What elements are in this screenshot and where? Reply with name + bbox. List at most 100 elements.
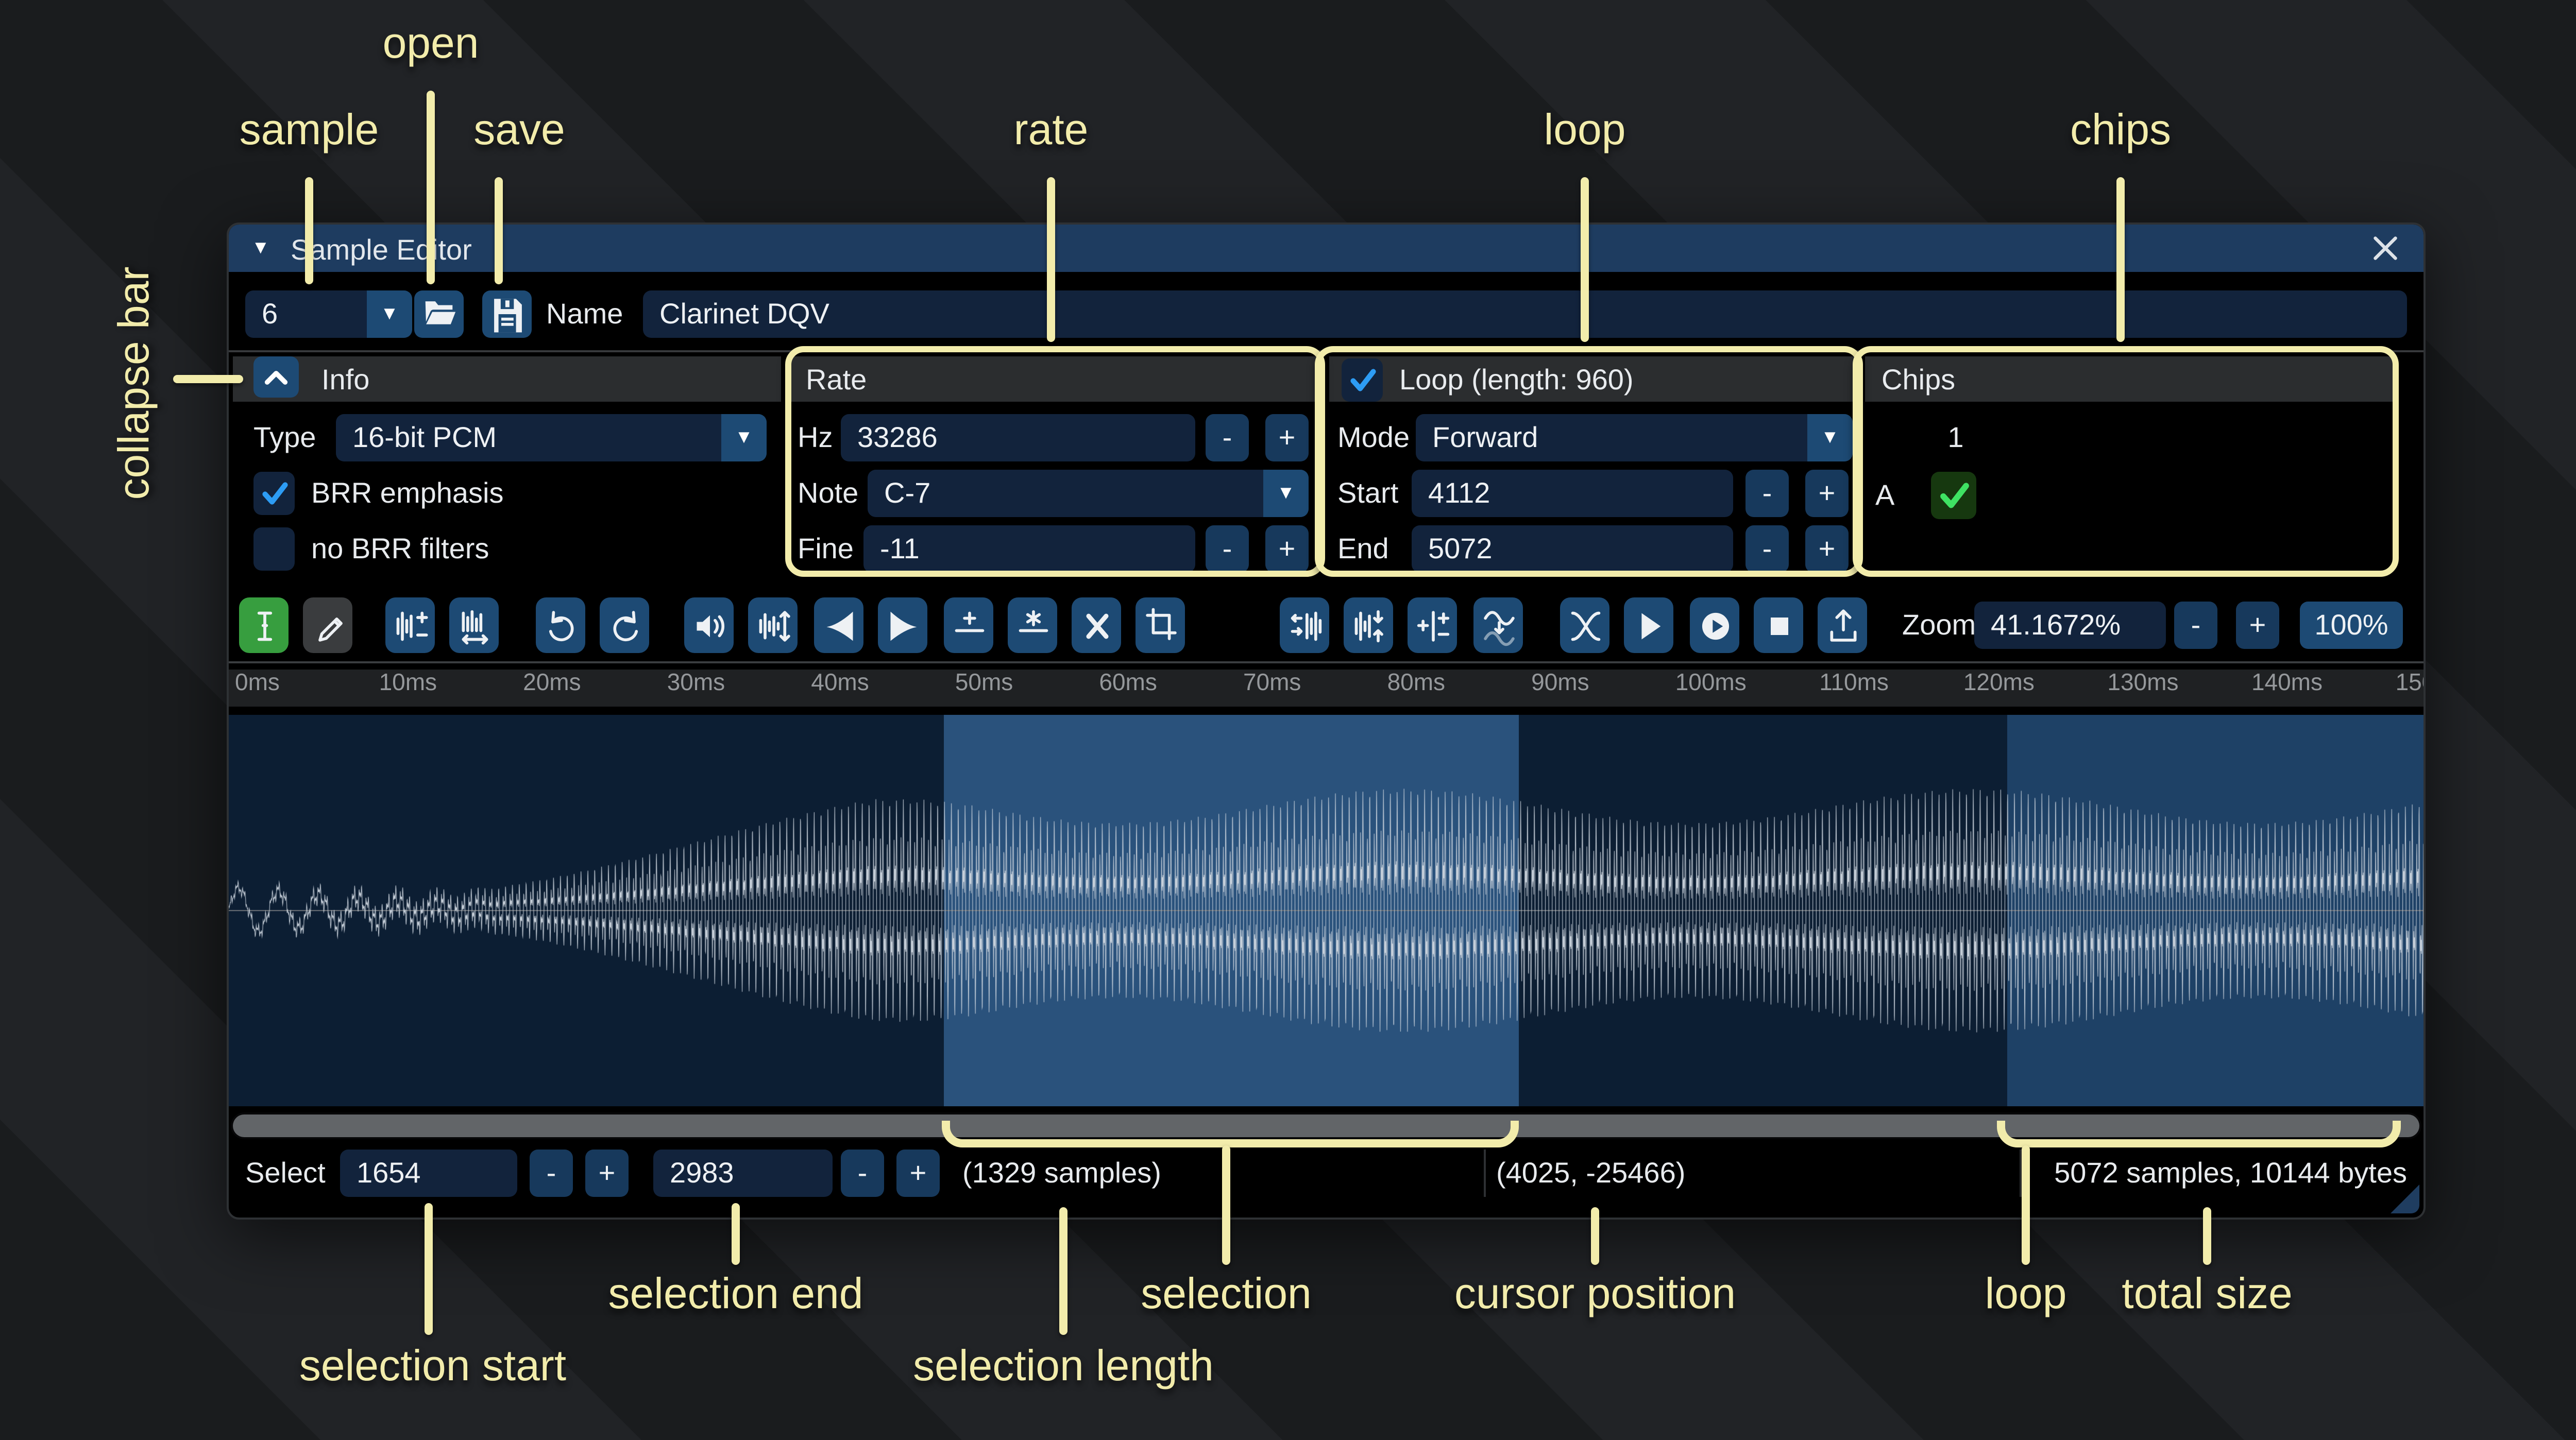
annotation-line-selection-length [1059, 1207, 1067, 1335]
insert-silence-icon [951, 605, 986, 646]
upload-icon [1825, 605, 1860, 646]
annotation-line-selection-start [425, 1203, 433, 1335]
toolbar-apply-silence-button[interactable] [1008, 597, 1057, 653]
delete-icon [1079, 605, 1114, 646]
toolbar-fade-out-button[interactable] [878, 597, 927, 653]
trim-icon [1143, 605, 1178, 646]
divider [229, 661, 2424, 663]
annotation-selection: selection [1141, 1271, 1312, 1321]
annotation-line-open [427, 91, 435, 284]
annotation-line-selection [1222, 1145, 1230, 1265]
redo-icon [607, 605, 642, 646]
select-label: Select [245, 1150, 326, 1197]
waveform-display[interactable] [229, 715, 2424, 1106]
zoom-input[interactable]: 41.1672% [1974, 602, 2166, 649]
toolbar-fade-in-button[interactable] [814, 597, 863, 653]
invert-icon [1351, 605, 1386, 646]
annotation-loop-bottom: loop [1985, 1271, 2067, 1321]
toolbar-trim-button[interactable] [1136, 597, 1185, 653]
time-ruler: 0ms10ms20ms30ms40ms50ms60ms70ms80ms90ms1… [229, 670, 2424, 707]
sign-invert-icon [1415, 605, 1450, 646]
ruler-tick-label: 70ms [1237, 672, 1301, 696]
ruler-tick-label: 100ms [1669, 672, 1747, 696]
annotation-save: save [473, 107, 565, 157]
chevron-down-icon: ▼ [721, 414, 767, 461]
sample-type-dropdown[interactable]: 16-bit PCM ▼ [336, 414, 767, 461]
toolbar-delete-button[interactable] [1072, 597, 1121, 653]
desktop-background: ▼ Sample Editor 6 ▼ [0, 0, 2576, 1440]
toolbar-filter-button[interactable] [1473, 597, 1523, 653]
sample-index: 6 [245, 297, 278, 330]
crossfade-icon [1567, 605, 1602, 646]
toolbar-edit-mode-draw-button[interactable] [303, 597, 352, 653]
resample-icon [456, 605, 492, 646]
window-titlebar[interactable]: ▼ Sample Editor [229, 225, 2424, 272]
annotation-cursor-position: cursor position [1454, 1271, 1736, 1321]
cursor-position-status: (4025, -25466) [1496, 1150, 1685, 1197]
selection-start-plus-button[interactable]: + [585, 1150, 629, 1197]
play-circle-icon [1697, 605, 1732, 646]
folder-open-icon [420, 295, 457, 334]
sample-select-dropdown[interactable]: 6 ▼ [245, 290, 412, 338]
selection-length-status: (1329 samples) [962, 1150, 1161, 1197]
toolbar-resize-button[interactable] [385, 597, 435, 653]
no-brr-filters-label: no BRR filters [311, 525, 489, 573]
toolbar-invert-button[interactable] [1344, 597, 1393, 653]
zoom-in-button[interactable]: + [2236, 602, 2279, 649]
name-label: Name [546, 290, 623, 338]
reverse-icon [1287, 605, 1322, 646]
no-brr-filters-checkbox[interactable] [253, 527, 295, 571]
toolbar-insert-silence-button[interactable] [944, 597, 993, 653]
toolbar-resample-button[interactable] [449, 597, 499, 653]
annotation-line-save [495, 177, 503, 284]
zoom-reset-button[interactable]: 100% [2300, 602, 2403, 649]
toolbar-crossfade-loop-button[interactable] [1560, 597, 1609, 653]
toolbar-preview-selection-button[interactable] [1690, 597, 1739, 653]
toolbar-amplify-button[interactable] [684, 597, 734, 653]
ruler-tick-label: 140ms [2245, 672, 2323, 696]
annotation-line-loop-top [1581, 177, 1589, 342]
sample-name-input[interactable]: Clarinet DQV [643, 290, 2407, 338]
ruler-tick-label: 120ms [1957, 672, 2035, 696]
selection-end-plus-button[interactable]: + [896, 1150, 940, 1197]
ruler-tick-label: 110ms [1813, 672, 1889, 696]
type-value: 16-bit PCM [336, 420, 497, 453]
ibeam-icon [246, 605, 281, 646]
selection-end-minus-button[interactable]: - [841, 1150, 884, 1197]
selection-start-minus-button[interactable]: - [530, 1150, 573, 1197]
brr-emphasis-label: BRR emphasis [311, 470, 504, 517]
annotation-line-chips [2116, 177, 2125, 342]
annotation-selection-end: selection end [608, 1271, 863, 1321]
waveform-canvas[interactable] [229, 715, 2424, 1106]
fade-in-icon [821, 605, 856, 646]
annotation-line-rate [1047, 177, 1055, 342]
toolbar-undo-button[interactable] [536, 597, 585, 653]
close-icon[interactable] [2372, 235, 2399, 262]
filter-icon [1481, 605, 1516, 646]
open-sample-button[interactable] [414, 290, 464, 338]
selection-end-input[interactable]: 2983 [653, 1150, 833, 1197]
selection-start-input[interactable]: 1654 [340, 1150, 517, 1197]
toolbar-stop-preview-button[interactable] [1754, 597, 1803, 653]
brr-emphasis-checkbox[interactable] [253, 472, 295, 515]
toolbar-reverse-button[interactable] [1280, 597, 1329, 653]
toolbar-normalize-button[interactable] [748, 597, 798, 653]
check-icon [259, 478, 290, 509]
collapse-bar-button[interactable] [253, 356, 299, 398]
type-label: Type [253, 414, 316, 461]
play-icon [1631, 605, 1666, 646]
chevron-down-icon: ▼ [367, 290, 412, 338]
ruler-tick-label: 30ms [661, 672, 725, 696]
toolbar-redo-button[interactable] [600, 597, 649, 653]
toolbar-edit-mode-select-button[interactable] [239, 597, 289, 653]
window-collapse-icon[interactable]: ▼ [251, 237, 270, 258]
toolbar-create-instrument-button[interactable] [1818, 597, 1867, 653]
save-sample-button[interactable] [482, 290, 532, 338]
zoom-out-button[interactable]: - [2174, 602, 2217, 649]
toolbar-preview-button[interactable] [1624, 597, 1673, 653]
resize-icon [393, 605, 428, 646]
ruler-tick-label: 20ms [517, 672, 581, 696]
toolbar-sign-invert-button[interactable] [1408, 597, 1457, 653]
window-title: Sample Editor [291, 233, 472, 266]
annotation-rate: rate [1014, 107, 1089, 157]
